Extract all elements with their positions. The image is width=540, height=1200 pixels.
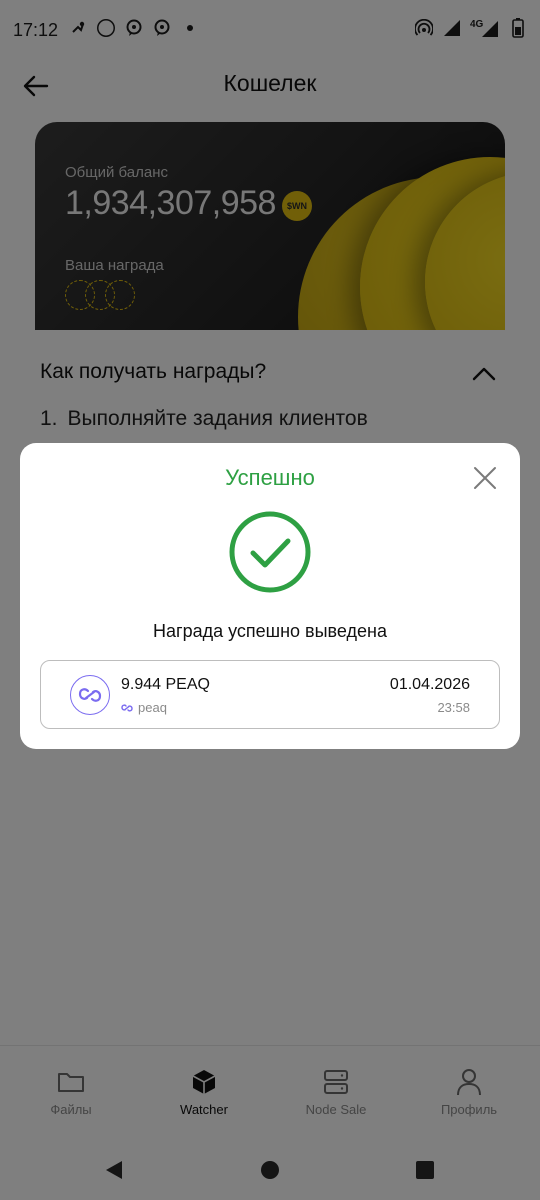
- peaq-small-icon: [121, 703, 133, 712]
- withdrawn-reward-item: 9.944 PEAQ peaq 01.04.2026 23:58: [40, 660, 500, 729]
- reward-network: peaq: [121, 700, 167, 715]
- dialog-title: Успешно: [225, 465, 315, 490]
- close-icon[interactable]: [472, 465, 498, 491]
- check-circle-icon: [229, 511, 311, 593]
- reward-date: 01.04.2026: [389, 676, 470, 693]
- success-dialog: Успешно Награда успешно выведена 9.944 P…: [20, 443, 520, 749]
- reward-amount: 9.944 PEAQ: [121, 676, 210, 693]
- dialog-message: Награда успешно выведена: [153, 621, 387, 641]
- peaq-logo-icon: [70, 675, 110, 715]
- network-name: peaq: [138, 700, 167, 715]
- reward-time: 23:58: [437, 700, 470, 715]
